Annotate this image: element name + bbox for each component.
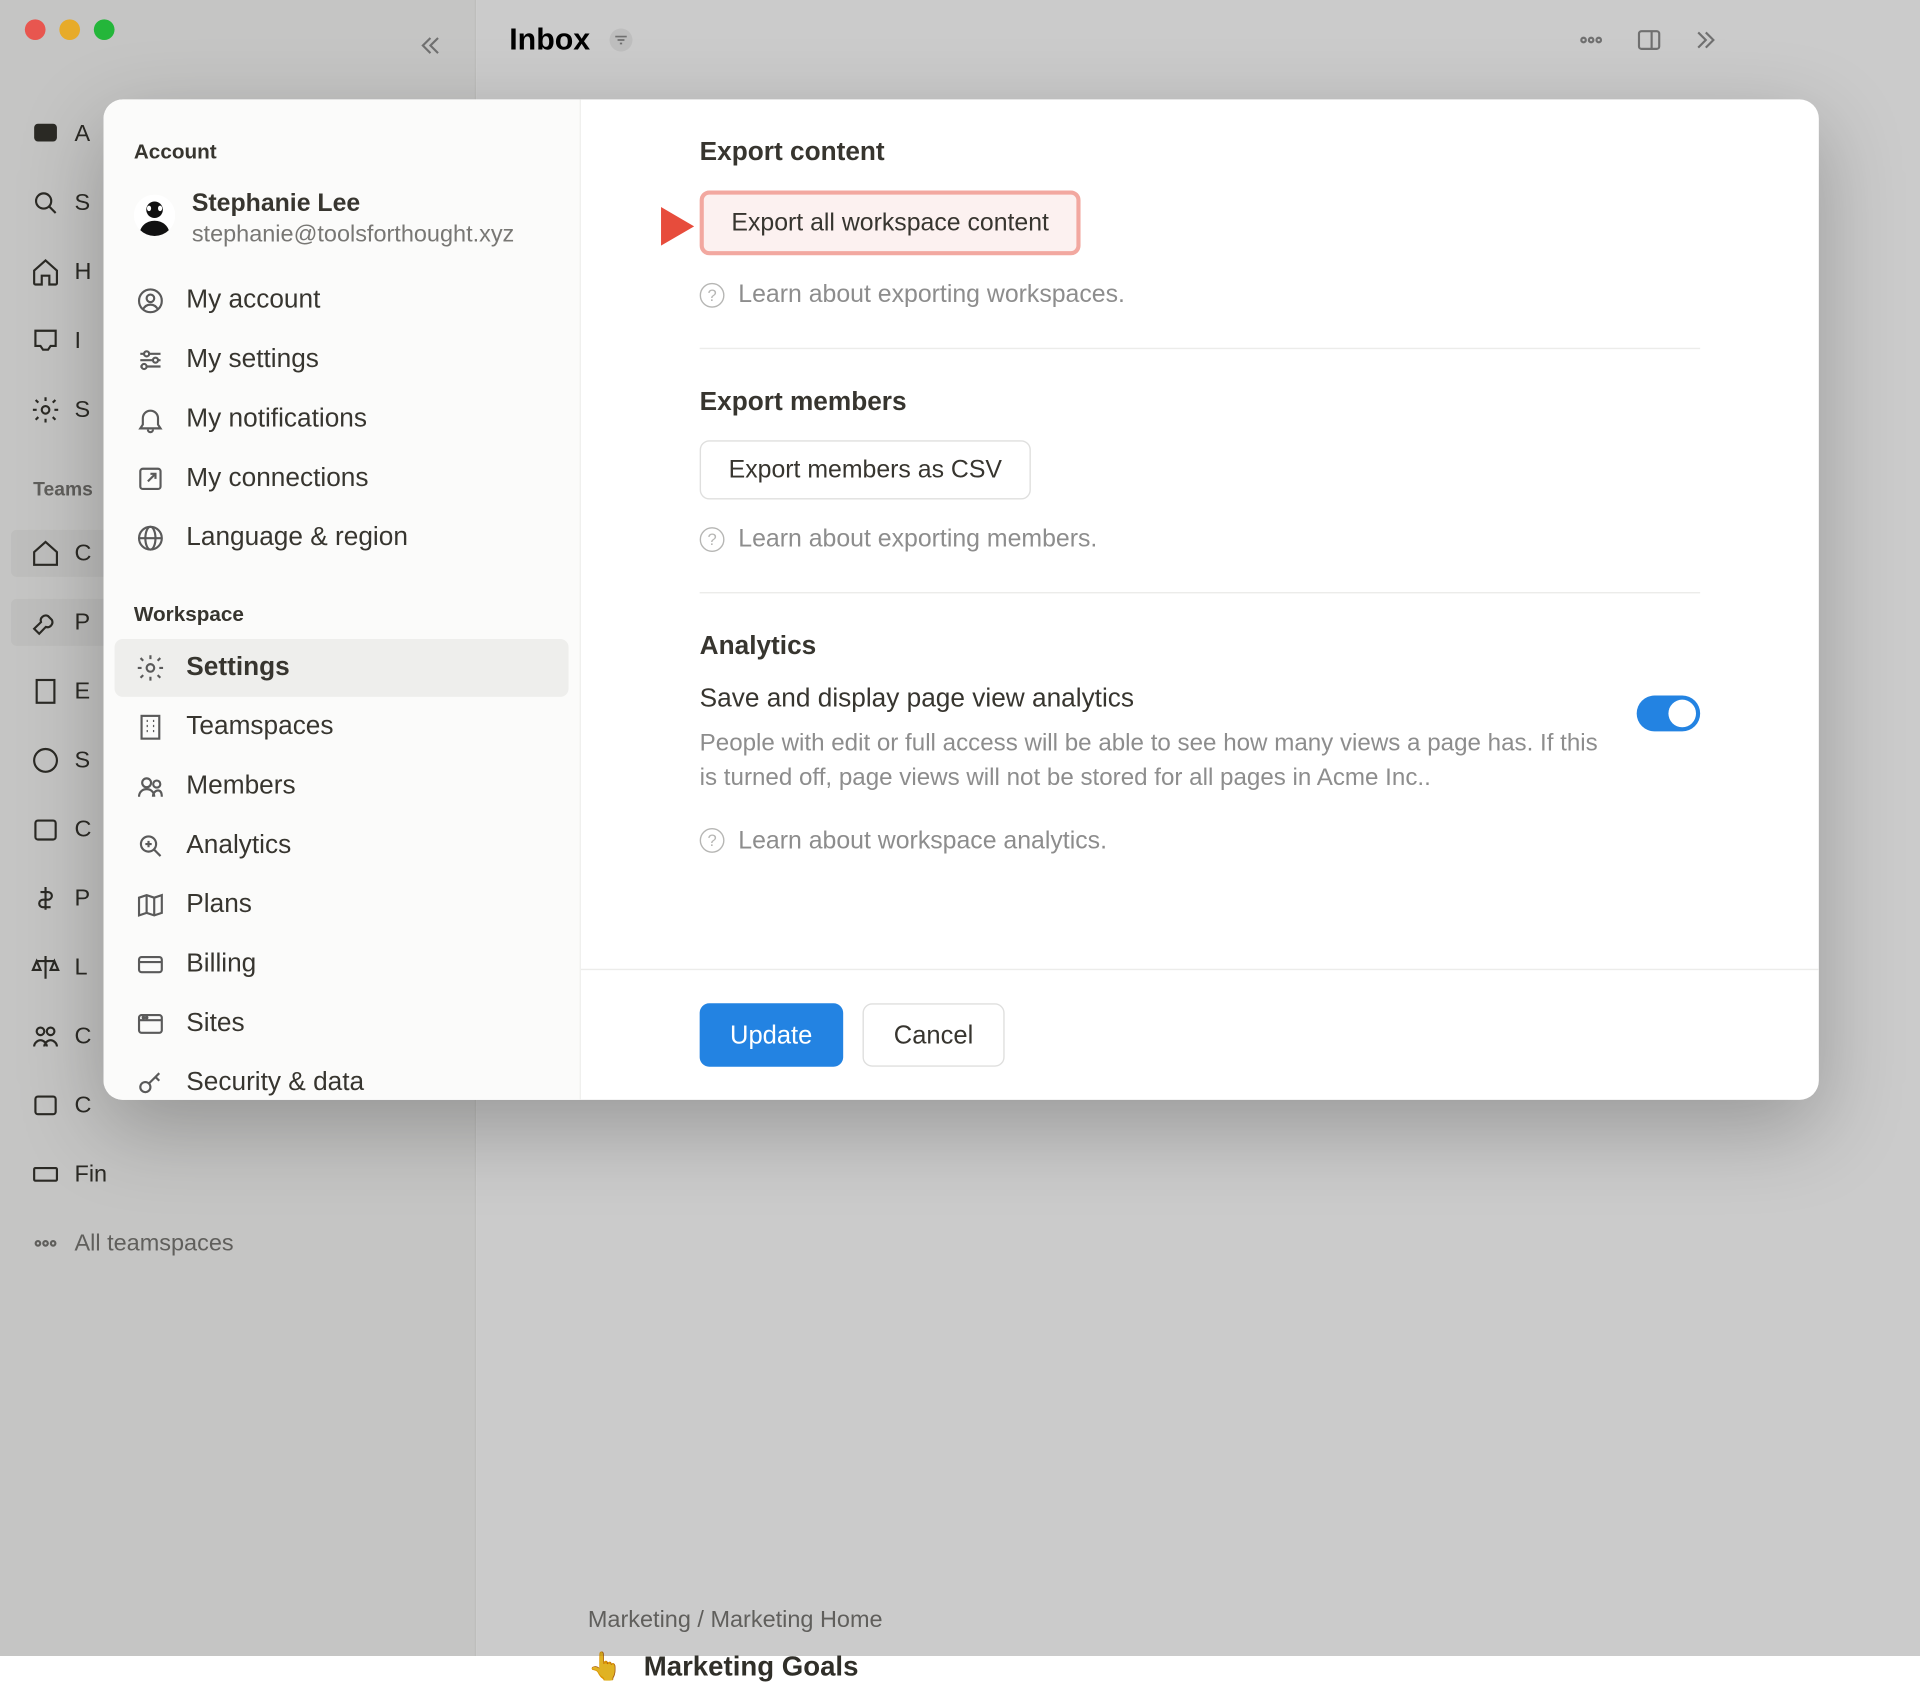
sidebar-item-members[interactable]: Members [115, 758, 569, 816]
sidebar-item-my-notifications[interactable]: My notifications [115, 391, 569, 449]
key-icon [134, 1067, 167, 1100]
sidebar-item-language-region[interactable]: Language & region [115, 509, 569, 567]
building-icon [134, 711, 167, 744]
credit-card-icon [134, 948, 167, 981]
export-content-help-link[interactable]: ? Learn about exporting workspaces. [700, 280, 1701, 309]
gear-icon [134, 651, 167, 684]
export-members-heading: Export members [700, 388, 1701, 418]
sidebar-item-security-data[interactable]: Security & data [115, 1054, 569, 1100]
user-circle-icon [134, 284, 167, 317]
section-workspace-label: Workspace [115, 592, 569, 638]
analytics-description: People with edit or full access will be … [700, 726, 1604, 796]
sidebar-item-label: My account [186, 286, 320, 316]
sidebar-item-label: My notifications [186, 404, 367, 434]
magnify-plus-icon [134, 829, 167, 862]
settings-sidebar: Account Stephanie Lee stephanie@toolsfor… [104, 99, 581, 1100]
page-row-title: Marketing Goals [644, 1652, 859, 1682]
analytics-heading: Analytics [700, 632, 1701, 662]
sidebar-item-sites[interactable]: Sites [115, 995, 569, 1053]
profile-card: Stephanie Lee stephanie@toolsforthought.… [115, 175, 569, 270]
globe-icon [134, 522, 167, 555]
analytics-toggle[interactable] [1637, 696, 1700, 732]
bell-icon [134, 403, 167, 436]
browser-icon [134, 1007, 167, 1040]
sidebar-item-label: Sites [186, 1009, 244, 1039]
sidebar-item-billing[interactable]: Billing [115, 936, 569, 994]
sidebar-item-label: Settings [186, 653, 289, 683]
sidebar-item-analytics[interactable]: Analytics [115, 817, 569, 875]
sidebar-item-teamspaces[interactable]: Teamspaces [115, 698, 569, 756]
page-emoji-icon: 👆 [588, 1652, 622, 1682]
update-button[interactable]: Update [700, 1003, 843, 1066]
sidebar-item-plans[interactable]: Plans [115, 876, 569, 934]
help-text: Learn about workspace analytics. [738, 826, 1107, 855]
section-account-label: Account [115, 130, 569, 176]
help-text: Learn about exporting workspaces. [738, 280, 1125, 309]
analytics-subtitle: Save and display page view analytics [700, 684, 1604, 714]
export-members-help-link[interactable]: ? Learn about exporting members. [700, 524, 1701, 553]
sidebar-item-label: Teamspaces [186, 712, 333, 742]
sidebar-item-settings[interactable]: Settings [115, 639, 569, 697]
people-icon [134, 770, 167, 803]
export-content-heading: Export content [700, 138, 1701, 168]
sidebar-item-label: Analytics [186, 831, 291, 861]
sidebar-item-label: Language & region [186, 523, 408, 553]
sidebar-item-label: My connections [186, 464, 368, 494]
map-icon [134, 889, 167, 922]
analytics-help-link[interactable]: ? Learn about workspace analytics. [700, 826, 1701, 855]
sidebar-item-label: Members [186, 771, 295, 801]
avatar [134, 195, 175, 236]
export-members-csv-button[interactable]: Export members as CSV [700, 440, 1031, 499]
sidebar-item-label: Plans [186, 890, 252, 920]
help-text: Learn about exporting members. [738, 524, 1097, 553]
sidebar-item-my-settings[interactable]: My settings [115, 331, 569, 389]
external-icon [134, 462, 167, 495]
sliders-icon [134, 344, 167, 377]
help-icon: ? [700, 828, 725, 853]
help-icon: ? [700, 282, 725, 307]
sidebar-item-label: My settings [186, 345, 319, 375]
divider [700, 348, 1701, 349]
sidebar-item-label: Billing [186, 949, 256, 979]
cancel-button[interactable]: Cancel [862, 1003, 1005, 1066]
sidebar-item-label: Security & data [186, 1068, 364, 1098]
sidebar-item-my-account[interactable]: My account [115, 272, 569, 330]
divider [700, 592, 1701, 593]
sidebar-item-my-connections[interactable]: My connections [115, 450, 569, 508]
profile-email: stephanie@toolsforthought.xyz [192, 221, 514, 249]
modal-footer: Update Cancel [581, 969, 1819, 1100]
settings-modal: Account Stephanie Lee stephanie@toolsfor… [104, 99, 1819, 1100]
profile-name: Stephanie Lee [192, 189, 514, 218]
callout-arrow-icon [592, 199, 694, 254]
export-all-content-button[interactable]: Export all workspace content [700, 190, 1081, 255]
help-icon: ? [700, 526, 725, 551]
settings-content: Export content Export all workspace cont… [581, 99, 1819, 1100]
